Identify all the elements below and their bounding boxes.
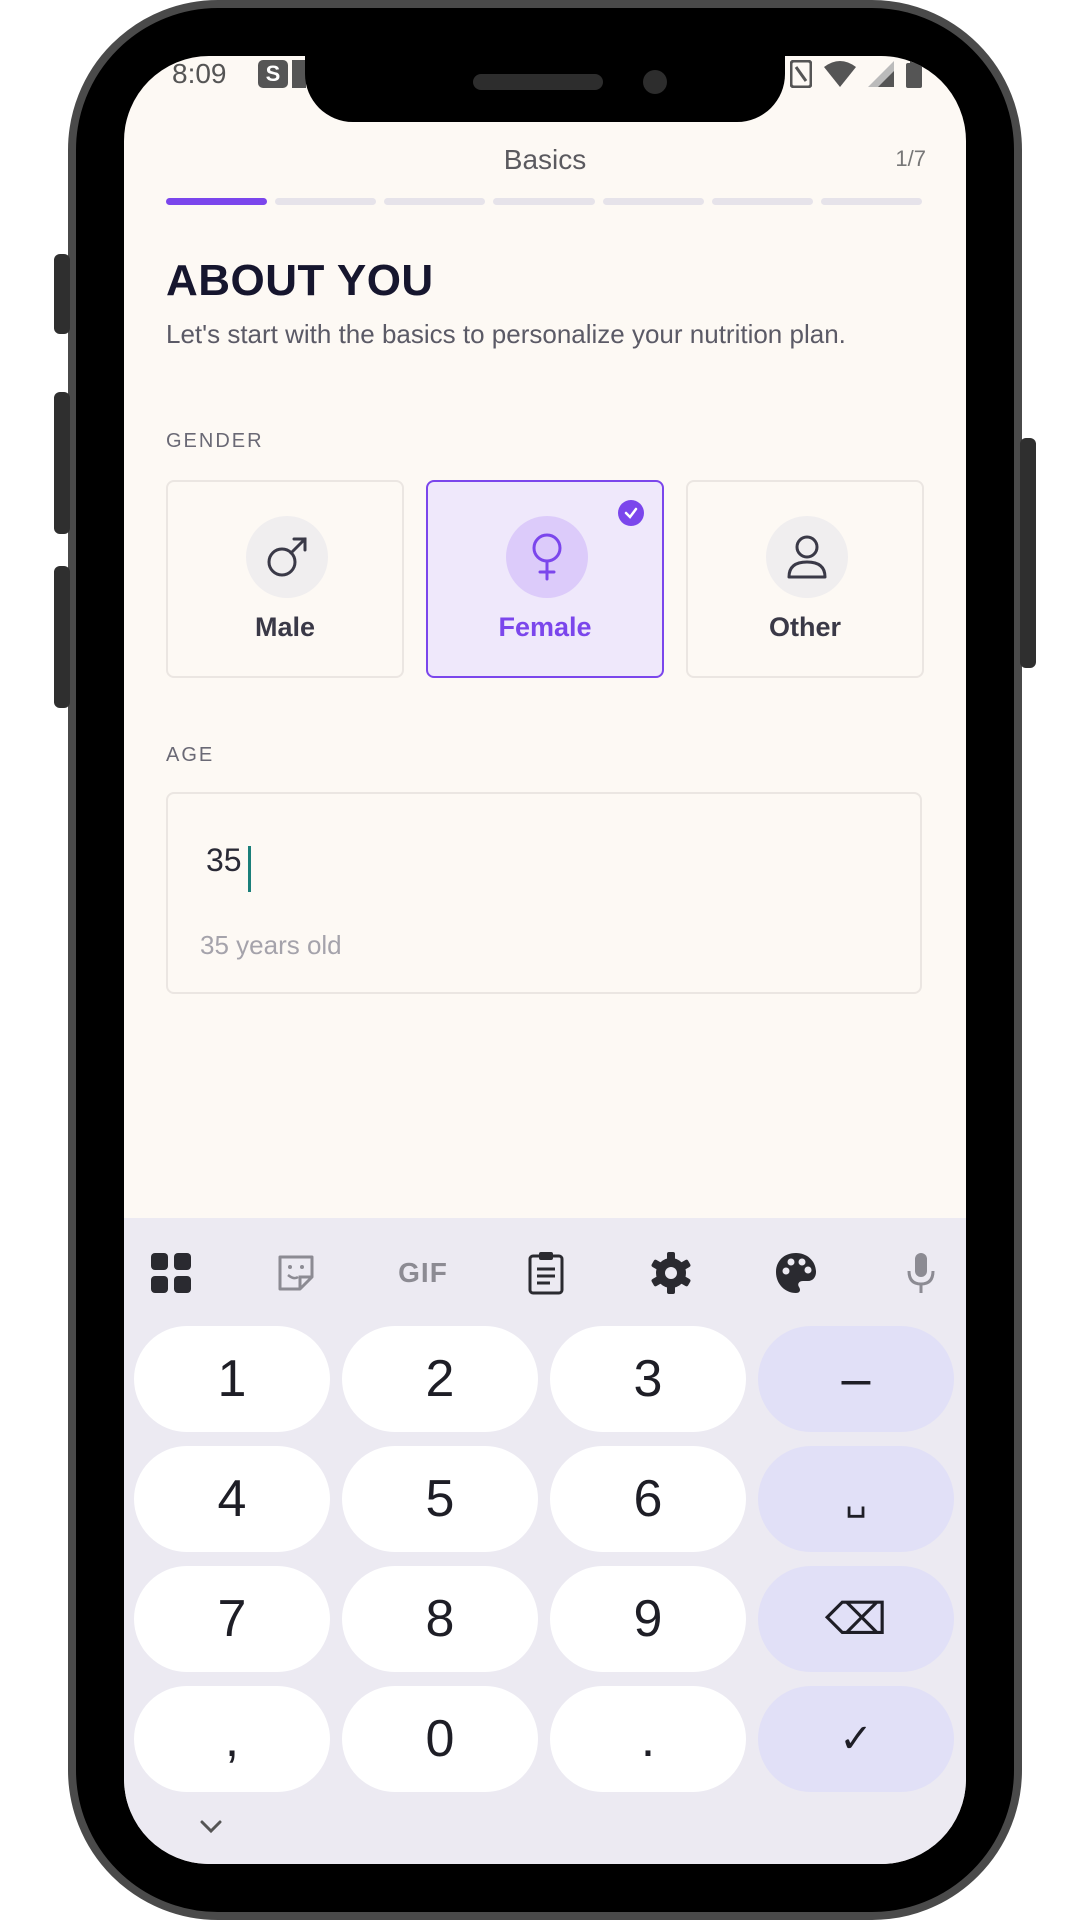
gender-option-male[interactable]: Male xyxy=(166,480,404,678)
gender-option-female[interactable]: Female xyxy=(426,480,664,678)
notch xyxy=(305,56,785,122)
person-icon-circle xyxy=(766,516,848,598)
palette-icon[interactable] xyxy=(771,1248,821,1298)
key-3[interactable]: 3 xyxy=(550,1326,746,1432)
phone-device: 8:09 S Basics 1/7 ABOUT YOU Let's start … xyxy=(54,0,1036,1920)
selected-check-icon xyxy=(618,500,644,526)
gender-option-label: Female xyxy=(498,612,592,642)
battery-icon xyxy=(906,60,922,88)
page-subtitle: Let's start with the basics to personali… xyxy=(166,319,846,349)
sticker-icon[interactable] xyxy=(271,1248,321,1298)
minus-key[interactable]: – xyxy=(758,1326,954,1432)
male-icon-circle xyxy=(246,516,328,598)
age-input[interactable] xyxy=(206,842,506,879)
apps-icon[interactable] xyxy=(146,1248,196,1298)
progress-segment xyxy=(711,198,813,205)
gender-option-label: Male xyxy=(254,612,316,642)
key-4[interactable]: 4 xyxy=(134,1446,330,1552)
key-6[interactable]: 6 xyxy=(550,1446,746,1552)
wifi-icon xyxy=(824,61,856,87)
progress-segment xyxy=(602,198,704,205)
age-hint: 35 years old xyxy=(200,930,342,960)
space-key[interactable]: ␣ xyxy=(758,1446,954,1552)
key-2[interactable]: 2 xyxy=(342,1326,538,1432)
volume-down-button xyxy=(54,566,70,708)
clipboard-icon[interactable] xyxy=(521,1248,571,1298)
progress-segment xyxy=(275,198,377,205)
age-field[interactable]: 35 years old xyxy=(166,792,922,994)
progress-segment xyxy=(493,198,595,205)
status-icons xyxy=(790,60,922,88)
female-icon-circle xyxy=(506,516,588,598)
page-heading: ABOUT YOU xyxy=(166,256,434,305)
progress-bar xyxy=(166,198,922,205)
gender-label: GENDER xyxy=(166,430,264,452)
screen: 8:09 S Basics 1/7 ABOUT YOU Let's start … xyxy=(124,56,966,1864)
key-9[interactable]: 9 xyxy=(550,1566,746,1672)
male-icon xyxy=(267,537,307,577)
comma-key[interactable]: , xyxy=(134,1686,330,1792)
gender-option-other[interactable]: Other xyxy=(686,480,924,678)
front-camera xyxy=(643,70,667,94)
screen-title: Basics xyxy=(503,144,587,175)
status-time: 8:09 xyxy=(172,58,227,89)
key-0[interactable]: 0 xyxy=(342,1686,538,1792)
period-key[interactable]: . xyxy=(550,1686,746,1792)
person-icon xyxy=(787,535,827,579)
done-key[interactable]: ✓ xyxy=(758,1686,954,1792)
age-label: AGE xyxy=(166,744,215,766)
step-counter: 1/7 xyxy=(895,146,926,171)
numeric-keyboard: GIF 1 2 3 – 4 5 6 ␣ 7 8 9 ⌫ , 0 . ✓ xyxy=(124,1218,966,1864)
female-icon xyxy=(532,533,562,581)
speaker xyxy=(473,74,603,90)
progress-segment xyxy=(820,198,922,205)
backspace-key[interactable]: ⌫ xyxy=(758,1566,954,1672)
microphone-icon[interactable] xyxy=(896,1248,946,1298)
s-notification-icon: S xyxy=(258,60,288,88)
text-cursor xyxy=(248,846,251,892)
gender-option-label: Other xyxy=(768,612,841,642)
key-5[interactable]: 5 xyxy=(342,1446,538,1552)
gear-icon[interactable] xyxy=(646,1248,696,1298)
progress-segment xyxy=(384,198,486,205)
volume-up-button xyxy=(54,392,70,534)
nfc-icon xyxy=(790,60,812,88)
power-button xyxy=(1020,438,1036,668)
signal-icon xyxy=(868,61,894,87)
key-7[interactable]: 7 xyxy=(134,1566,330,1672)
notification-icon xyxy=(292,60,306,88)
keyboard-collapse-chevron-icon[interactable] xyxy=(200,1820,222,1839)
key-1[interactable]: 1 xyxy=(134,1326,330,1432)
key-8[interactable]: 8 xyxy=(342,1566,538,1672)
progress-segment xyxy=(166,198,268,205)
silent-switch xyxy=(54,254,70,334)
gif-icon[interactable]: GIF xyxy=(393,1248,453,1298)
